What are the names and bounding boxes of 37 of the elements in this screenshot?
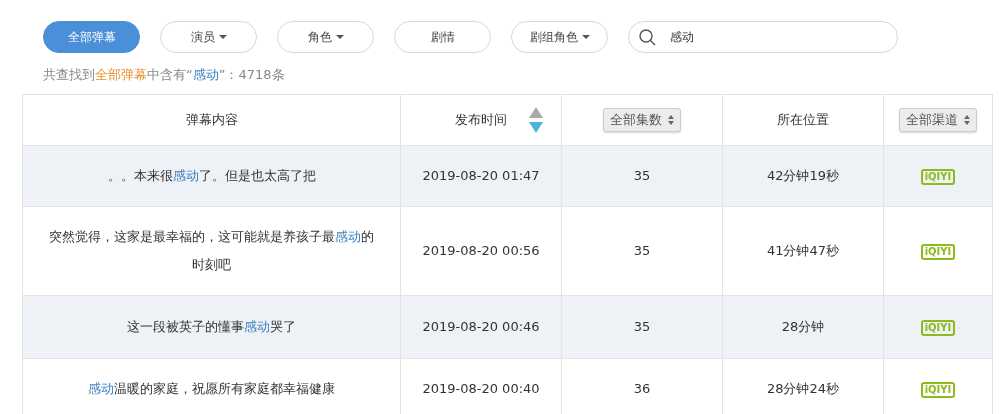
channel-logo: iQIYI [920,320,956,337]
comment-text: 这一段被英子的懂事感动哭了 [127,318,296,336]
comment-text: 感动温暖的家庭，祝愿所有家庭都幸福健康 [88,379,335,398]
table-cell: 35 [633,243,651,259]
filter-select[interactable]: 全部渠道 [899,108,977,132]
column-header: 弹幕内容 [185,112,238,128]
filter-button[interactable]: 剧组角色 [511,21,608,53]
filter-button[interactable]: 角色 [277,21,374,53]
caret-icon [218,35,227,39]
column-header: 发布时间 [455,111,507,130]
caret-icon [335,35,344,39]
filter-button[interactable]: 演员 [160,21,257,53]
filter-button[interactable]: 剧情 [394,21,491,53]
caret-icon [581,35,590,39]
sort-icon [964,115,970,125]
table-cell: 28分钟24秒 [766,380,840,396]
table-cell: 42分钟19秒 [766,168,840,184]
channel-logo: iQIYI [920,169,956,186]
table-cell: 2019-08-20 01:47 [422,168,540,184]
channel-logo: iQIYI [920,381,956,398]
column-header: 所在位置 [777,112,829,128]
filter-select[interactable]: 全部集数 [603,108,681,132]
search-icon [639,28,656,46]
sort-icon[interactable] [529,107,543,133]
table-cell: 2019-08-20 00:40 [422,380,540,396]
sort-icon [668,115,674,125]
comment-text: 。。本来很感动了。但是也太高了把 [107,167,316,185]
table-cell: 36 [633,380,651,396]
channel-logo: iQIYI [920,244,956,261]
table-cell: 41分钟47秒 [766,243,840,259]
comment-text: 突然觉得，这家是最幸福的，这可能就是养孩子最感动的时刻吧 [48,228,375,274]
table-cell: 2019-08-20 00:56 [422,243,540,259]
result-summary: 共查找到全部弹幕中含有“感动”：4718条 [43,67,285,82]
table-cell: 2019-08-20 00:46 [422,319,540,335]
table-cell: 35 [633,319,651,335]
table-cell: 28分钟 [781,319,825,335]
table-cell: 35 [633,168,651,184]
